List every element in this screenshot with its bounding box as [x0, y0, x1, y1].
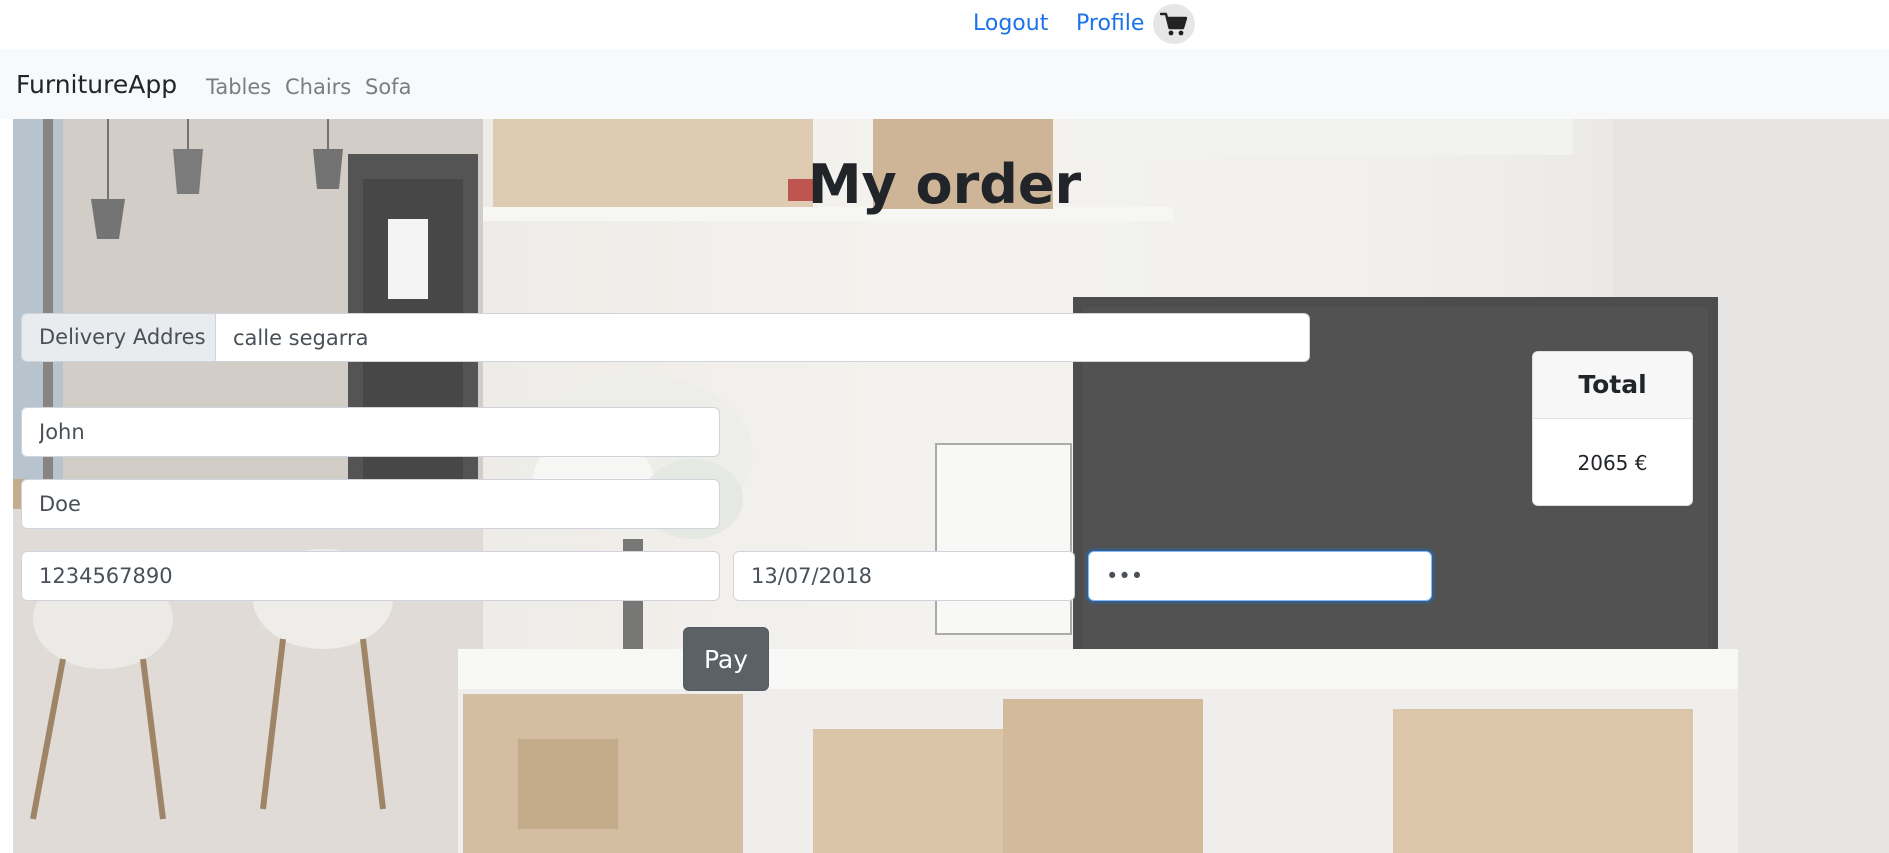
total-card: Total 2065 €	[1532, 351, 1693, 506]
pay-button[interactable]: Pay	[683, 627, 769, 691]
delivery-address-input[interactable]	[215, 313, 1310, 362]
nav-item-sofa[interactable]: Sofa	[365, 73, 411, 101]
navbar: FurnitureApp Tables Chairs Sofa	[0, 49, 1889, 119]
cart-icon	[1160, 12, 1188, 36]
page-title: My order	[807, 153, 1082, 216]
profile-link[interactable]: Profile	[1076, 10, 1144, 38]
total-amount: 2065 €	[1577, 451, 1648, 475]
brand-logo[interactable]: FurnitureApp	[16, 69, 177, 101]
delivery-address-label: Delivery Addres	[21, 313, 215, 362]
first-name-input[interactable]	[21, 407, 720, 457]
cvv-input[interactable]	[1088, 551, 1432, 601]
expiry-date-input[interactable]	[733, 551, 1075, 601]
nav-item-tables[interactable]: Tables	[206, 73, 271, 101]
nav-item-chairs[interactable]: Chairs	[285, 73, 351, 101]
cart-button[interactable]	[1153, 4, 1195, 44]
top-bar: Logout Profile	[0, 0, 1889, 49]
logout-link[interactable]: Logout	[973, 10, 1048, 38]
card-number-input[interactable]	[21, 551, 720, 601]
last-name-input[interactable]	[21, 479, 720, 529]
total-header: Total	[1533, 352, 1692, 419]
